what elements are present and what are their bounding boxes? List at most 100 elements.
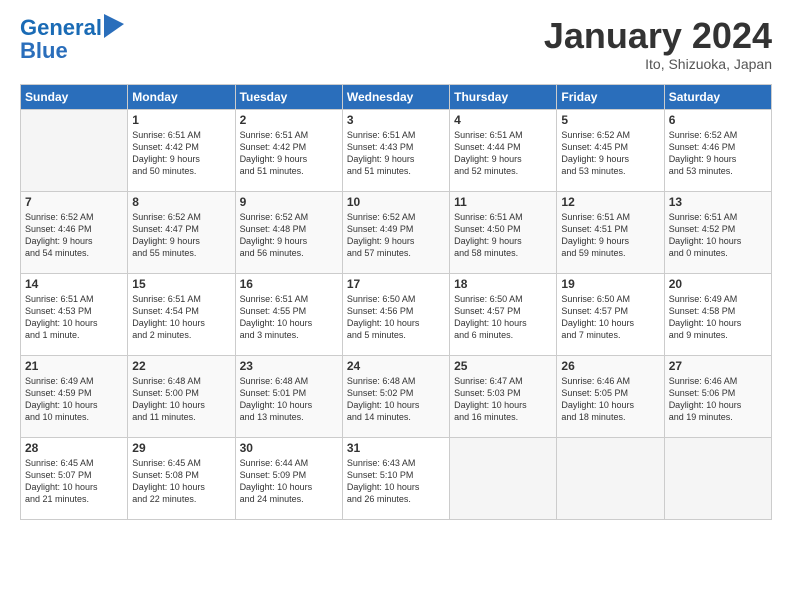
cell-info: Sunrise: 6:46 AM Sunset: 5:06 PM Dayligh… [669,375,767,424]
calendar-cell: 6Sunrise: 6:52 AM Sunset: 4:46 PM Daylig… [664,109,771,191]
calendar-cell: 2 Sunrise: 6:51 AM Sunset: 4:42 PM Daylig… [235,109,342,191]
calendar-cell: 21Sunrise: 6:49 AM Sunset: 4:59 PM Dayli… [21,355,128,437]
calendar-cell: 11 Sunrise: 6:51 AM Sunset: 4:50 PM Dayli… [450,191,557,273]
calendar-cell [664,437,771,519]
day-number: 13 [669,195,767,209]
day-number: 16 [240,277,338,291]
cell-info: Sunrise: 6:51 AM Sunset: 4:55 PM Dayligh… [240,293,338,342]
day-number: 30 [240,441,338,455]
day-number: 17 [347,277,445,291]
weekday-header-saturday: Saturday [664,84,771,109]
cell-info: Sunrise: 6:48 AM Sunset: 5:00 PM Dayligh… [132,375,230,424]
week-row-3: 14Sunrise: 6:51 AM Sunset: 4:53 PM Dayli… [21,273,772,355]
calendar-cell: 27 Sunrise: 6:46 AM Sunset: 5:06 PM Dayli… [664,355,771,437]
calendar-cell: 8Sunrise: 6:52 AM Sunset: 4:47 PM Daylig… [128,191,235,273]
cell-info: Sunrise: 6:51 AM Sunset: 4:54 PM Dayligh… [132,293,230,342]
cell-info: Sunrise: 6:51 AM Sunset: 4:52 PM Dayligh… [669,211,767,260]
cell-info: Sunrise: 6:49 AM Sunset: 4:58 PM Dayligh… [669,293,767,342]
logo-blue: Blue [20,38,68,64]
calendar-cell: 7 Sunrise: 6:52 AM Sunset: 4:46 PM Daylig… [21,191,128,273]
day-number: 5 [561,113,659,127]
cell-info: Sunrise: 6:50 AM Sunset: 4:57 PM Dayligh… [454,293,552,342]
calendar-cell: 30 Sunrise: 6:44 AM Sunset: 5:09 PM Dayli… [235,437,342,519]
cell-info: Sunrise: 6:49 AM Sunset: 4:59 PM Dayligh… [25,375,123,424]
cell-info: Sunrise: 6:52 AM Sunset: 4:45 PM Dayligh… [561,129,659,178]
calendar-cell: 14Sunrise: 6:51 AM Sunset: 4:53 PM Dayli… [21,273,128,355]
calendar-cell: 1 Sunrise: 6:51 AM Sunset: 4:42 PM Daylig… [128,109,235,191]
weekday-header-tuesday: Tuesday [235,84,342,109]
calendar-cell: 16 Sunrise: 6:51 AM Sunset: 4:55 PM Dayli… [235,273,342,355]
logo-text: General [20,16,102,40]
cell-info: Sunrise: 6:44 AM Sunset: 5:09 PM Dayligh… [240,457,338,506]
cell-info: Sunrise: 6:50 AM Sunset: 4:57 PM Dayligh… [561,293,659,342]
day-number: 2 [240,113,338,127]
calendar-cell: 15Sunrise: 6:51 AM Sunset: 4:54 PM Dayli… [128,273,235,355]
cell-info: Sunrise: 6:51 AM Sunset: 4:44 PM Dayligh… [454,129,552,178]
day-number: 6 [669,113,767,127]
calendar-cell: 28Sunrise: 6:45 AM Sunset: 5:07 PM Dayli… [21,437,128,519]
day-number: 20 [669,277,767,291]
cell-info: Sunrise: 6:51 AM Sunset: 4:51 PM Dayligh… [561,211,659,260]
calendar-cell: 26Sunrise: 6:46 AM Sunset: 5:05 PM Dayli… [557,355,664,437]
cell-info: Sunrise: 6:51 AM Sunset: 4:43 PM Dayligh… [347,129,445,178]
month-title: January 2024 [544,16,772,56]
day-number: 12 [561,195,659,209]
calendar-cell: 13 Sunrise: 6:51 AM Sunset: 4:52 PM Dayli… [664,191,771,273]
week-row-5: 28Sunrise: 6:45 AM Sunset: 5:07 PM Dayli… [21,437,772,519]
calendar-cell: 12 Sunrise: 6:51 AM Sunset: 4:51 PM Dayli… [557,191,664,273]
calendar-container: General Blue January 2024 Ito, Shizuoka,… [0,0,792,530]
calendar-cell: 29 Sunrise: 6:45 AM Sunset: 5:08 PM Dayli… [128,437,235,519]
calendar-table: SundayMondayTuesdayWednesdayThursdayFrid… [20,84,772,520]
calendar-cell: 24Sunrise: 6:48 AM Sunset: 5:02 PM Dayli… [342,355,449,437]
cell-info: Sunrise: 6:51 AM Sunset: 4:42 PM Dayligh… [132,129,230,178]
logo: General Blue [20,16,124,64]
calendar-cell [557,437,664,519]
cell-info: Sunrise: 6:51 AM Sunset: 4:42 PM Dayligh… [240,129,338,178]
calendar-cell: 9Sunrise: 6:52 AM Sunset: 4:48 PM Daylig… [235,191,342,273]
calendar-cell: 3 Sunrise: 6:51 AM Sunset: 4:43 PM Daylig… [342,109,449,191]
day-number: 29 [132,441,230,455]
weekday-header-wednesday: Wednesday [342,84,449,109]
cell-info: Sunrise: 6:45 AM Sunset: 5:07 PM Dayligh… [25,457,123,506]
cell-info: Sunrise: 6:43 AM Sunset: 5:10 PM Dayligh… [347,457,445,506]
day-number: 1 [132,113,230,127]
cell-info: Sunrise: 6:50 AM Sunset: 4:56 PM Dayligh… [347,293,445,342]
calendar-cell: 25Sunrise: 6:47 AM Sunset: 5:03 PM Dayli… [450,355,557,437]
calendar-cell: 17 Sunrise: 6:50 AM Sunset: 4:56 PM Dayli… [342,273,449,355]
calendar-cell [450,437,557,519]
calendar-cell: 31 Sunrise: 6:43 AM Sunset: 5:10 PM Dayli… [342,437,449,519]
day-number: 3 [347,113,445,127]
calendar-cell: 18 Sunrise: 6:50 AM Sunset: 4:57 PM Dayli… [450,273,557,355]
day-number: 7 [25,195,123,209]
week-row-1: 1 Sunrise: 6:51 AM Sunset: 4:42 PM Daylig… [21,109,772,191]
day-number: 11 [454,195,552,209]
day-number: 23 [240,359,338,373]
day-number: 8 [132,195,230,209]
day-number: 22 [132,359,230,373]
calendar-cell: 23 Sunrise: 6:48 AM Sunset: 5:01 PM Dayli… [235,355,342,437]
location: Ito, Shizuoka, Japan [544,56,772,72]
day-number: 31 [347,441,445,455]
day-number: 24 [347,359,445,373]
cell-info: Sunrise: 6:48 AM Sunset: 5:01 PM Dayligh… [240,375,338,424]
day-number: 27 [669,359,767,373]
week-row-2: 7 Sunrise: 6:52 AM Sunset: 4:46 PM Daylig… [21,191,772,273]
week-row-4: 21Sunrise: 6:49 AM Sunset: 4:59 PM Dayli… [21,355,772,437]
day-number: 9 [240,195,338,209]
calendar-cell: 22 Sunrise: 6:48 AM Sunset: 5:00 PM Dayli… [128,355,235,437]
header: General Blue January 2024 Ito, Shizuoka,… [20,16,772,72]
cell-info: Sunrise: 6:52 AM Sunset: 4:46 PM Dayligh… [25,211,123,260]
calendar-cell [21,109,128,191]
day-number: 18 [454,277,552,291]
calendar-cell: 10Sunrise: 6:52 AM Sunset: 4:49 PM Dayli… [342,191,449,273]
cell-info: Sunrise: 6:47 AM Sunset: 5:03 PM Dayligh… [454,375,552,424]
cell-info: Sunrise: 6:46 AM Sunset: 5:05 PM Dayligh… [561,375,659,424]
cell-info: Sunrise: 6:45 AM Sunset: 5:08 PM Dayligh… [132,457,230,506]
weekday-header-monday: Monday [128,84,235,109]
day-number: 4 [454,113,552,127]
weekday-header-friday: Friday [557,84,664,109]
calendar-cell: 20 Sunrise: 6:49 AM Sunset: 4:58 PM Dayli… [664,273,771,355]
day-number: 19 [561,277,659,291]
cell-info: Sunrise: 6:51 AM Sunset: 4:50 PM Dayligh… [454,211,552,260]
weekday-header-row: SundayMondayTuesdayWednesdayThursdayFrid… [21,84,772,109]
